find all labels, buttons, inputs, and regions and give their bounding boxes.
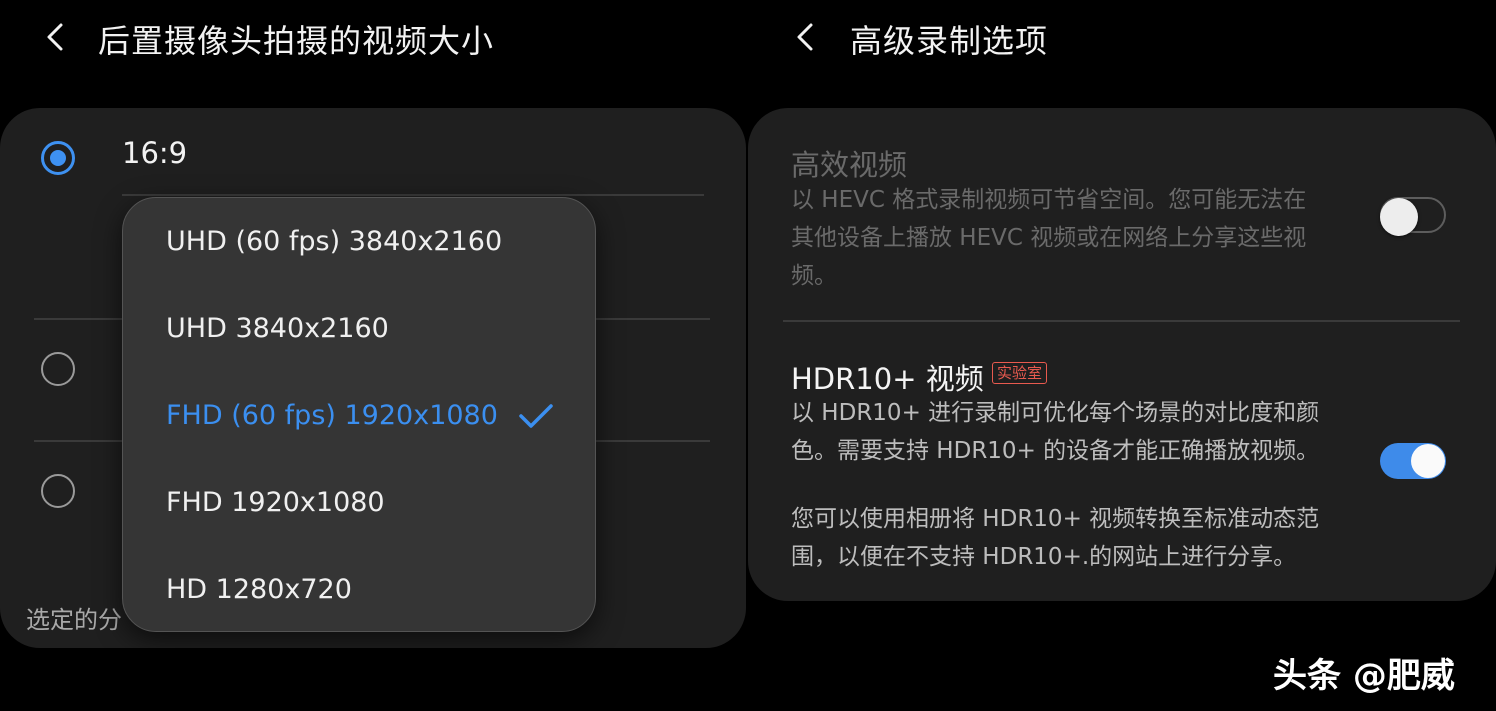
hdr10-conversion-note: 您可以使用相册将 HDR10+ 视频转换至标准动态范 围，以便在不支持 HDR1… <box>791 500 1319 576</box>
option-label-16-9: 16:9 <box>122 136 188 170</box>
radio-16-9[interactable] <box>41 141 75 175</box>
back-chevron-icon[interactable] <box>44 22 66 52</box>
radio-option-3[interactable] <box>41 474 75 508</box>
check-icon <box>519 404 553 428</box>
advanced-recording-card: 高效视频 以 HEVC 格式录制视频可节省空间。您可能无法在 其他设备上播放 H… <box>748 108 1496 601</box>
resolution-dropdown-menu: UHD (60 fps) 3840x2160 UHD 3840x2160 FHD… <box>122 197 596 632</box>
resolution-option-uhd-60fps[interactable]: UHD (60 fps) 3840x2160 <box>123 200 595 286</box>
resolution-option-fhd[interactable]: FHD 1920x1080 <box>123 461 595 547</box>
hdr10-toggle-switch[interactable] <box>1380 443 1446 479</box>
divider <box>122 194 704 196</box>
hevc-toggle-switch[interactable] <box>1380 197 1446 236</box>
description-line: 其他设备上播放 HEVC 视频或在网络上分享这些视 <box>791 225 1307 251</box>
hdr10-setting-title: HDR10+ 视频 <box>791 362 984 396</box>
hevc-setting-title: 高效视频 <box>791 148 908 182</box>
divider <box>783 320 1460 322</box>
description-line: 以 HEVC 格式录制视频可节省空间。您可能无法在 <box>791 187 1307 213</box>
back-chevron-icon[interactable] <box>794 22 816 52</box>
resolution-option-label: UHD 3840x2160 <box>166 313 389 344</box>
note-line: 您可以使用相册将 HDR10+ 视频转换至标准动态范 <box>791 506 1320 532</box>
selected-size-note: 选定的分 <box>26 606 122 634</box>
description-line: 以 HDR10+ 进行录制可优化每个场景的对比度和颜 <box>791 400 1320 426</box>
toggle-knob <box>1380 198 1418 236</box>
hdr10-setting-description: 以 HDR10+ 进行录制可优化每个场景的对比度和颜 色。需要支持 HDR10+… <box>791 394 1319 470</box>
watermark-text: 头条 @肥威 <box>1273 656 1455 696</box>
resolution-option-label: FHD (60 fps) 1920x1080 <box>166 400 498 431</box>
page-title-advanced: 高级录制选项 <box>850 22 1049 60</box>
resolution-option-label: HD 1280x720 <box>166 574 352 605</box>
resolution-option-label: FHD 1920x1080 <box>166 487 385 518</box>
note-line: 围，以便在不支持 HDR10+.的网站上进行分享。 <box>791 544 1297 570</box>
description-line: 色。需要支持 HDR10+ 的设备才能正确播放视频。 <box>791 438 1320 464</box>
resolution-option-fhd-60fps[interactable]: FHD (60 fps) 1920x1080 <box>123 374 595 460</box>
radio-option-2[interactable] <box>41 352 75 386</box>
description-line: 频。 <box>791 263 837 289</box>
toggle-knob <box>1411 444 1445 478</box>
page-title: 后置摄像头拍摄的视频大小 <box>98 22 495 60</box>
resolution-option-label: UHD (60 fps) 3840x2160 <box>166 226 503 257</box>
resolution-option-hd[interactable]: HD 1280x720 <box>123 548 595 634</box>
hevc-setting-description: 以 HEVC 格式录制视频可节省空间。您可能无法在 其他设备上播放 HEVC 视… <box>791 181 1306 295</box>
resolution-option-uhd[interactable]: UHD 3840x2160 <box>123 287 595 373</box>
lab-badge: 实验室 <box>992 362 1048 384</box>
